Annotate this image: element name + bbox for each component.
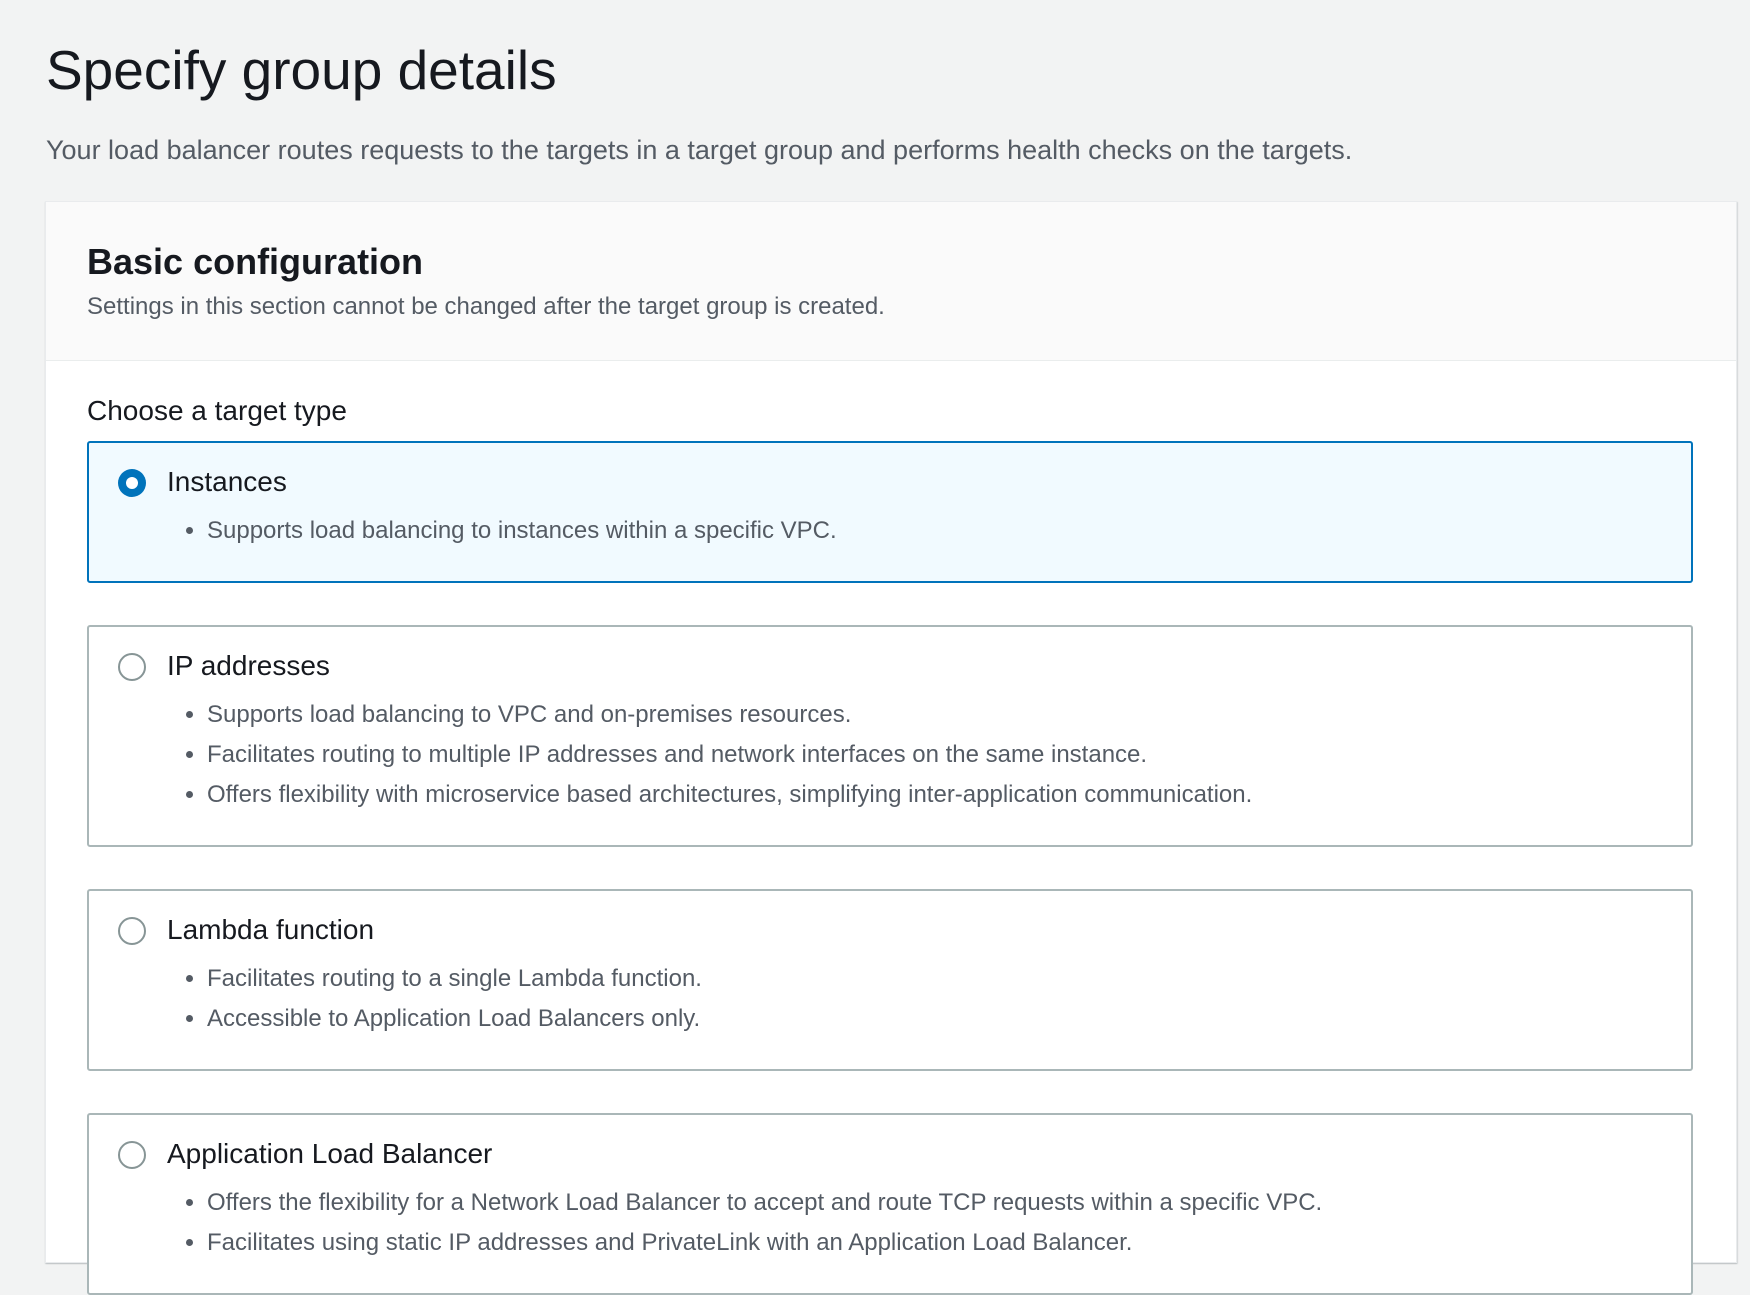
- option-label: Instances: [167, 466, 287, 497]
- radio-application-load-balancer[interactable]: [118, 1141, 146, 1169]
- option-description-list: Supports load balancing to instances wit…: [167, 511, 837, 551]
- panel-title: Basic configuration: [87, 241, 424, 282]
- option-bullet: Supports load balancing to instances wit…: [207, 511, 837, 551]
- target-type-option-application-load-balancer[interactable]: Application Load Balancer Offers the fle…: [87, 1113, 1693, 1295]
- option-bullet: Supports load balancing to VPC and on-pr…: [207, 695, 1252, 735]
- option-label: Lambda function: [167, 914, 375, 945]
- page-description: Your load balancer routes requests to th…: [46, 135, 1353, 165]
- target-type-label: Choose a target type: [87, 395, 347, 426]
- panel-header: Basic configuration Settings in this sec…: [46, 202, 1736, 361]
- option-label: IP addresses: [167, 650, 330, 681]
- basic-configuration-panel: Basic configuration Settings in this sec…: [45, 201, 1737, 1295]
- option-bullet: Facilitates routing to multiple IP addre…: [207, 735, 1252, 775]
- option-description-list: Facilitates routing to a single Lambda f…: [167, 959, 702, 1039]
- page-title: Specify group details: [46, 39, 557, 101]
- radio-lambda-function[interactable]: [118, 917, 146, 945]
- option-bullet: Facilitates using static IP addresses an…: [207, 1223, 1322, 1263]
- option-label: Application Load Balancer: [167, 1138, 493, 1169]
- option-description-list: Offers the flexibility for a Network Loa…: [167, 1183, 1322, 1263]
- option-description-list: Supports load balancing to VPC and on-pr…: [167, 695, 1252, 815]
- option-bullet: Facilitates routing to a single Lambda f…: [207, 959, 702, 999]
- target-type-option-instances[interactable]: Instances Supports load balancing to ins…: [87, 441, 1693, 583]
- panel-description: Settings in this section cannot be chang…: [87, 293, 885, 320]
- option-bullet: Offers the flexibility for a Network Loa…: [207, 1183, 1322, 1223]
- radio-ip-addresses[interactable]: [118, 653, 146, 681]
- target-type-option-ip-addresses[interactable]: IP addresses Supports load balancing to …: [87, 625, 1693, 847]
- option-bullet: Offers flexibility with microservice bas…: [207, 775, 1252, 815]
- target-type-option-lambda-function[interactable]: Lambda function Facilitates routing to a…: [87, 889, 1693, 1071]
- option-bullet: Accessible to Application Load Balancers…: [207, 999, 702, 1039]
- radio-instances[interactable]: [118, 469, 146, 497]
